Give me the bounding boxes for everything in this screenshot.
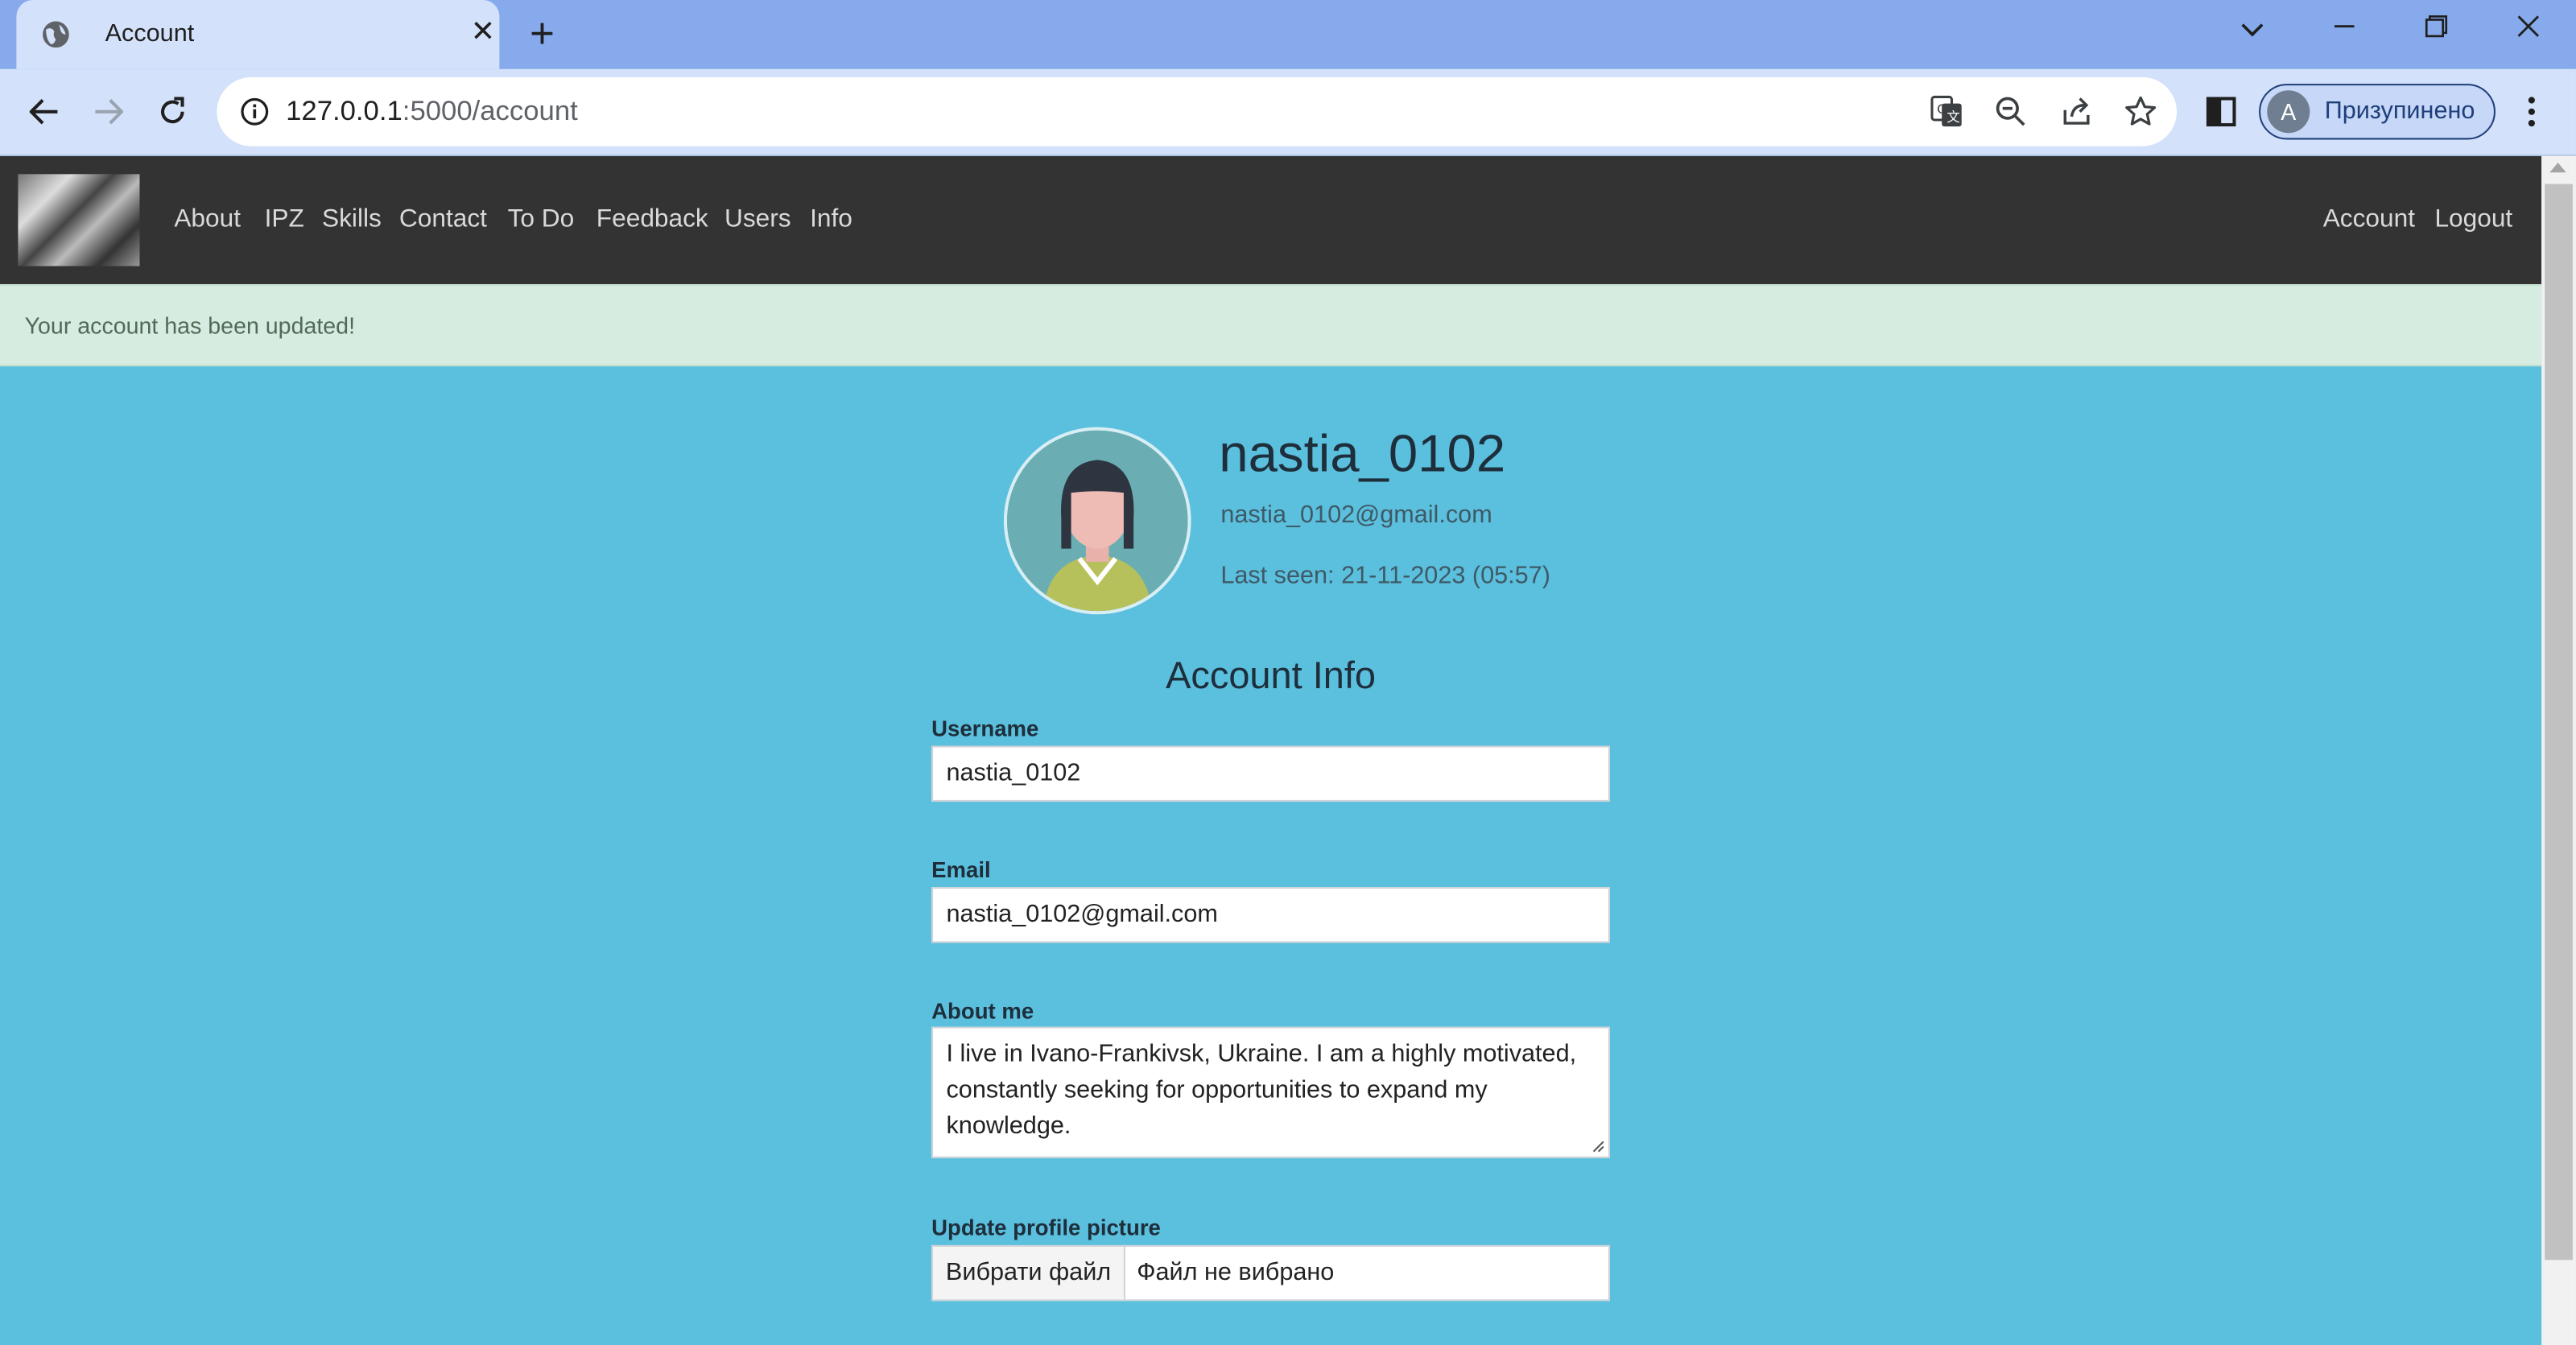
nav-link-contact[interactable]: Contact <box>399 205 487 235</box>
close-tab-icon[interactable]: ✕ <box>467 14 500 47</box>
share-icon[interactable] <box>2058 93 2095 130</box>
close-window-icon[interactable] <box>2504 8 2553 54</box>
new-tab-icon[interactable]: + <box>519 11 565 57</box>
svg-text:文: 文 <box>1946 109 1959 125</box>
username-input[interactable]: nastia_0102 <box>931 745 1610 802</box>
profile-avatar <box>1003 427 1191 615</box>
nav-link-account[interactable]: Account <box>2323 205 2415 235</box>
browser-tab-strip: Account ✕ + <box>0 0 2576 69</box>
nav-link-ipz[interactable]: IPZ <box>265 205 304 235</box>
nav-link-skills[interactable]: Skills <box>322 205 382 235</box>
scroll-up-arrow-icon[interactable] <box>2549 163 2566 173</box>
about-me-label: About me <box>931 998 1034 1024</box>
address-bar[interactable]: 127.0.0.1:5000/account G文 <box>217 76 2178 146</box>
nav-link-info[interactable]: Info <box>810 205 852 235</box>
profile-username: nastia_0102 <box>1219 423 1506 483</box>
reload-icon[interactable] <box>150 89 196 134</box>
profile-picture-file-input[interactable]: Вибрати файл Файл не вибрано <box>931 1244 1610 1302</box>
nav-link-feedback[interactable]: Feedback <box>597 205 708 235</box>
bookmark-star-icon[interactable] <box>2123 93 2159 130</box>
email-label: Email <box>931 857 991 882</box>
translate-icon[interactable]: G文 <box>1929 93 1965 130</box>
page-scrollbar[interactable] <box>2541 155 2576 1345</box>
url-path: :5000/account <box>402 95 578 127</box>
site-navbar: About IPZ Skills Contact To Do Feedback … <box>0 155 2542 285</box>
back-icon[interactable] <box>22 89 68 134</box>
profile-last-seen: Last seen: 21-11-2023 (05:57) <box>1220 561 1550 590</box>
minimize-icon[interactable] <box>2320 8 2369 54</box>
page-content: About IPZ Skills Contact To Do Feedback … <box>0 155 2542 1345</box>
profile-picture-label: Update profile picture <box>931 1215 1161 1240</box>
nav-link-logout[interactable]: Logout <box>2434 205 2512 235</box>
profile-email: nastia_0102@gmail.com <box>1220 501 1492 530</box>
globe-icon <box>43 21 69 48</box>
about-me-textarea[interactable]: I live in Ivano-Frankivsk, Ukraine. I am… <box>931 1026 1610 1158</box>
avatar-icon: A <box>2267 90 2310 134</box>
resize-handle-icon[interactable] <box>1592 1140 1605 1153</box>
tab-title: Account <box>105 19 195 48</box>
screen: Account ✕ + 127.0.0.1:5000/account G 文 A… <box>0 0 2576 1345</box>
tab-search-icon[interactable] <box>2227 8 2277 54</box>
browser-tab[interactable]: Account ✕ <box>16 0 500 69</box>
account-info-title: Account Info <box>1166 654 1377 697</box>
avatar-illustration <box>1007 430 1188 612</box>
profile-status: Призупинено <box>2324 97 2475 126</box>
scrollbar-thumb[interactable] <box>2545 184 2573 1260</box>
site-info-icon[interactable] <box>240 97 270 126</box>
side-panel-icon[interactable] <box>2198 89 2244 134</box>
restore-icon[interactable] <box>2412 8 2461 54</box>
email-input[interactable]: nastia_0102@gmail.com <box>931 887 1610 943</box>
nav-link-todo[interactable]: To Do <box>508 205 575 235</box>
url-host: 127.0.0.1 <box>286 95 402 127</box>
nav-link-users[interactable]: Users <box>724 205 791 235</box>
browser-toolbar: 127.0.0.1:5000/account G文 A Призупинено <box>0 68 2576 156</box>
zoom-out-icon[interactable] <box>1992 93 2029 130</box>
username-label: Username <box>931 716 1039 741</box>
success-alert: Your account has been updated! <box>0 284 2542 367</box>
forward-icon[interactable] <box>85 89 131 134</box>
alert-message: Your account has been updated! <box>24 311 356 339</box>
url-text: 127.0.0.1:5000/account <box>286 95 578 128</box>
about-me-text: I live in Ivano-Frankivsk, Ukraine. I am… <box>946 1039 1577 1141</box>
nav-link-about[interactable]: About <box>174 205 241 235</box>
file-status-text: Файл не вибрано <box>1137 1258 1335 1286</box>
choose-file-button[interactable]: Вибрати файл <box>933 1246 1125 1300</box>
site-logo[interactable] <box>18 174 140 266</box>
svg-text:G: G <box>1937 101 1947 117</box>
more-menu-icon[interactable] <box>2508 89 2554 134</box>
profile-button[interactable]: A Призупинено <box>2259 84 2496 140</box>
